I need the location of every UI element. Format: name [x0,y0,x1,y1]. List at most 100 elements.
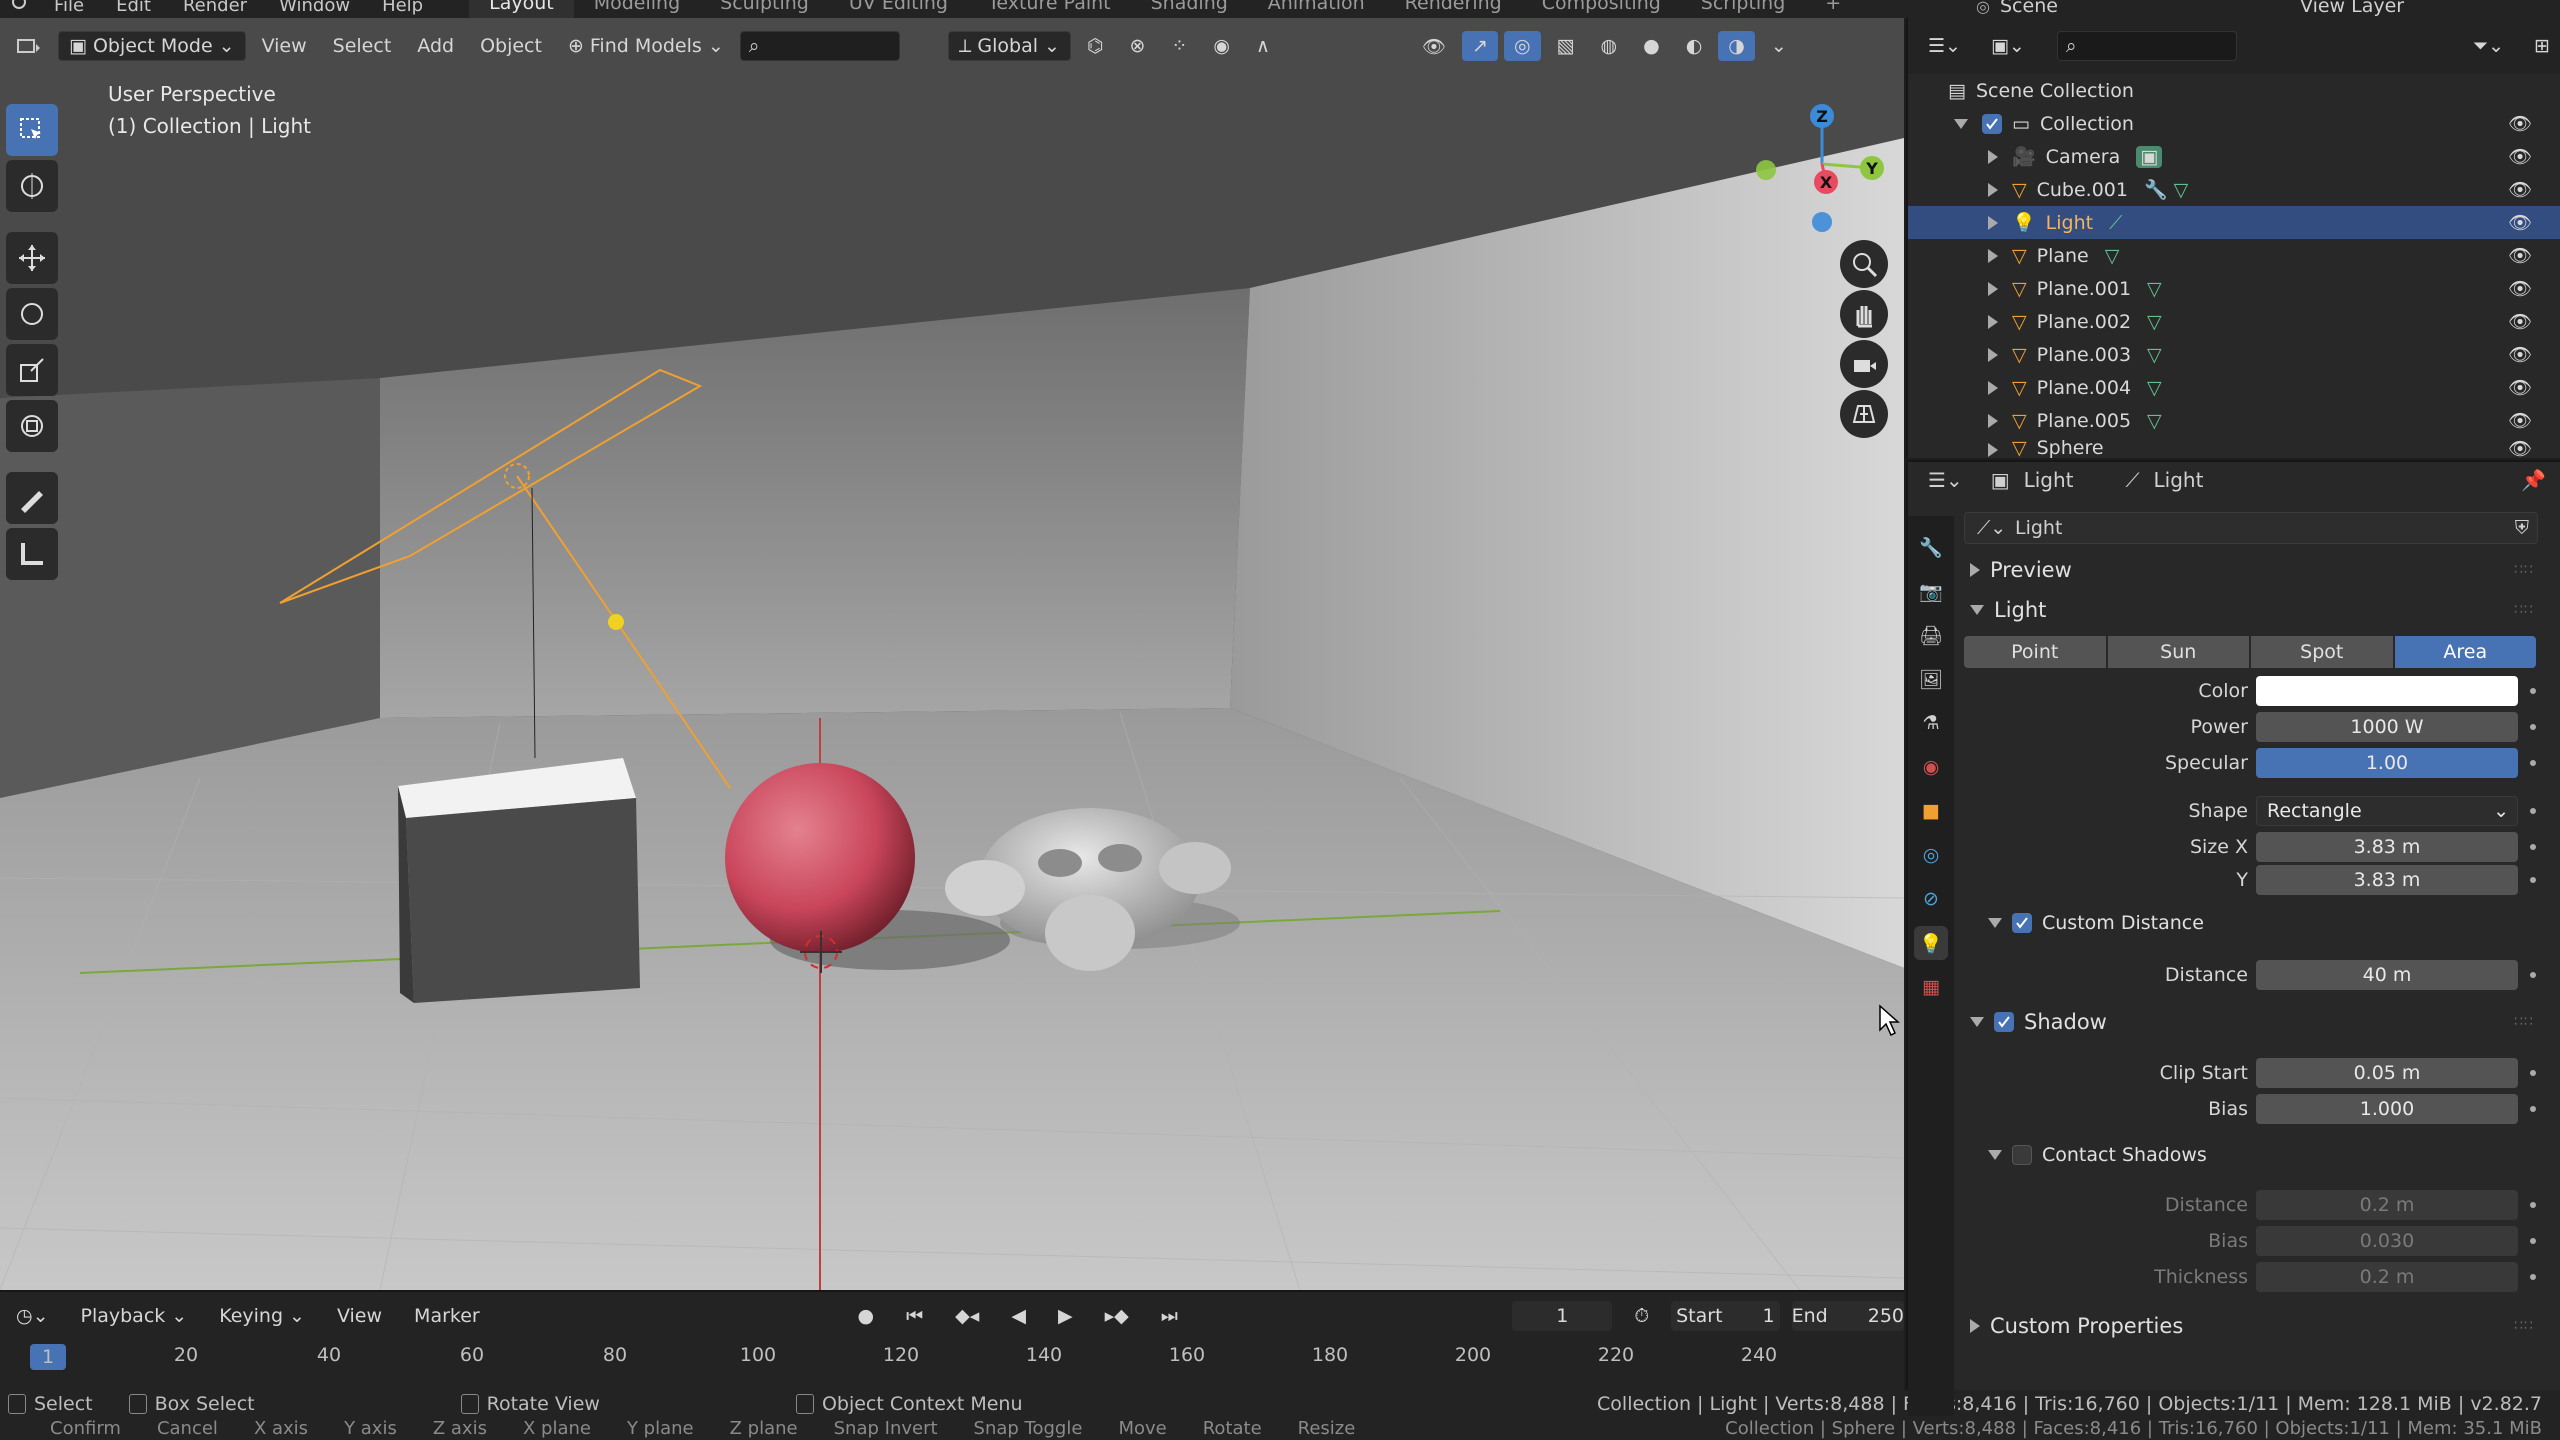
menu-select[interactable]: Select [323,31,402,61]
outliner-item[interactable]: ▽ Plane.002 ▽ 👁 [1908,305,2560,338]
menu-help[interactable]: Help [366,0,439,15]
tool-tab-icon[interactable]: 🔧 [1914,530,1948,564]
prev-keyframe-icon[interactable]: ◆◂ [945,1301,989,1331]
pan-hand-icon[interactable] [1840,290,1888,338]
keyframe-dot-icon[interactable] [2530,1070,2536,1076]
output-tab-icon[interactable]: 🖨 [1914,618,1948,652]
mode-dropdown[interactable]: ▣ Object Mode ⌄ [58,31,246,61]
display-mode-icon[interactable]: ▣⌄ [1981,31,2035,61]
measure-tool-icon[interactable] [6,528,58,580]
view-layer-name[interactable]: View Layer [2300,0,2560,17]
scene-name[interactable]: Scene [2000,0,2300,17]
overlays-toggle-icon[interactable]: ◎ [1503,31,1541,61]
zoom-icon[interactable] [1840,240,1888,288]
menu-view[interactable]: View [252,31,317,61]
bias-field[interactable]: 1.000 [2256,1094,2518,1124]
gizmo-toggle-icon[interactable]: ↗ [1462,31,1498,61]
keyframe-dot-icon[interactable] [2530,1202,2536,1208]
outliner-scene-collection[interactable]: ▤ Scene Collection [1908,74,2560,107]
play-reverse-icon[interactable]: ◀ [1001,1301,1036,1331]
specular-slider[interactable]: 1.00 [2256,748,2518,778]
eye-icon[interactable]: 👁 [2508,437,2532,458]
expand-arrow-icon[interactable] [1988,380,1998,395]
proportional-falloff-icon[interactable]: ∧ [1246,31,1280,61]
menu-add[interactable]: Add [407,31,464,61]
menu-file[interactable]: File [38,0,100,15]
eye-icon[interactable]: 👁 [2508,244,2532,267]
world-tab-icon[interactable]: ◉ [1914,750,1948,784]
custom-distance-checkbox[interactable] [2012,913,2032,933]
panel-grip-icon[interactable]: ∷∷ [2514,602,2534,618]
outliner-item[interactable]: ▽ Plane.005 ▽ 👁 [1908,404,2560,437]
keyframe-dot-icon[interactable] [2530,1106,2536,1112]
keyframe-dot-icon[interactable] [2530,1238,2536,1244]
expand-arrow-icon[interactable] [1988,248,1998,263]
jump-start-icon[interactable]: ⏮ [896,1301,933,1331]
contact-shadows-checkbox[interactable] [2012,1145,2032,1165]
object-tab-icon[interactable]: ■ [1914,794,1948,828]
snap-target-button[interactable]: ⁘ [1161,31,1197,61]
keyframe-dot-icon[interactable] [2530,972,2536,978]
outliner-item[interactable]: ▽ Cube.001 🔧 ▽ 👁 [1908,173,2560,206]
expand-arrow-icon[interactable] [1988,182,1998,197]
clip-start-field[interactable]: 0.05 m [2256,1058,2518,1088]
tab-layout[interactable]: Layout [469,0,574,18]
pin-icon[interactable]: 📌 [2521,468,2546,492]
light-type-area[interactable]: Area [2394,636,2536,668]
menu-object[interactable]: Object [470,31,552,61]
panel-custom-properties[interactable]: Custom Properties [1970,1314,2183,1338]
record-icon[interactable]: ● [847,1301,884,1331]
outliner-editor-type-icon[interactable]: ☰⌄ [1918,31,1971,61]
light-type-spot[interactable]: Spot [2251,636,2393,668]
shading-rendered-icon[interactable]: ◑ [1718,31,1755,61]
menu-edit[interactable]: Edit [100,0,167,15]
physics-tab-icon[interactable]: ◎ [1914,838,1948,872]
light-type-sun[interactable]: Sun [2107,636,2249,668]
panel-shadow[interactable]: Shadow [1970,1010,2107,1034]
3d-viewport[interactable]: ▣ Object Mode ⌄ View Select Add Object ⊕… [0,18,1904,1290]
transform-orientation-dropdown[interactable]: ⟂ Global ⌄ [947,31,1071,61]
render-tab-icon[interactable]: 📷 [1914,574,1948,608]
shading-material-icon[interactable]: ◐ [1676,31,1713,61]
tab-uv-editing[interactable]: UV Editing [829,0,968,18]
menu-marker[interactable]: Marker [404,1301,490,1331]
perspective-toggle-icon[interactable] [1840,390,1888,438]
outliner-item[interactable]: ▽ Plane ▽ 👁 [1908,239,2560,272]
shading-solid-icon[interactable]: ● [1633,31,1670,61]
panel-grip-icon[interactable]: ∷∷ [2514,562,2534,578]
shape-dropdown[interactable]: Rectangle ⌄ [2256,796,2518,826]
cs-bias-field[interactable]: 0.030 [2256,1226,2518,1256]
pivot-point-button[interactable]: ⌬ [1077,31,1114,61]
power-field[interactable]: 1000 W [2256,712,2518,742]
outliner-item[interactable]: ▽ Plane.003 ▽ 👁 [1908,338,2560,371]
view-layer-tab-icon[interactable]: 🖼 [1914,662,1948,696]
panel-preview[interactable]: Preview [1970,558,2072,582]
menu-window[interactable]: Window [263,0,366,15]
transform-tool-icon[interactable] [6,400,58,452]
menu-timeline-view[interactable]: View [327,1301,392,1331]
light-data-tab-icon[interactable]: 💡 [1914,926,1948,960]
proportional-edit-icon[interactable]: ◉ [1203,31,1240,61]
color-swatch[interactable] [2256,676,2518,706]
tab-scripting[interactable]: Scripting [1681,0,1806,18]
scale-tool-icon[interactable] [6,344,58,396]
eye-icon[interactable]: 👁 [2508,277,2532,300]
keyframe-dot-icon[interactable] [2530,1274,2536,1280]
new-collection-icon[interactable]: ⊞ [2524,31,2560,61]
stopwatch-icon[interactable]: ⏱ [1624,1301,1659,1331]
tab-sculpting[interactable]: Sculpting [700,0,829,18]
annotate-tool-icon[interactable] [6,472,58,524]
tab-rendering[interactable]: Rendering [1385,0,1522,18]
eye-icon[interactable]: 👁 [2508,343,2532,366]
add-workspace-icon[interactable]: + [1805,0,1861,18]
panel-grip-icon[interactable]: ∷∷ [2514,1318,2534,1334]
expand-arrow-icon[interactable] [1988,314,1998,329]
constraints-tab-icon[interactable]: ⊘ [1914,882,1948,916]
eye-icon[interactable]: 👁 [2508,376,2532,399]
xray-toggle-icon[interactable]: ▧ [1547,31,1585,61]
keyframe-dot-icon[interactable] [2530,724,2536,730]
outliner-item[interactable]: ▽ Plane.004 ▽ 👁 [1908,371,2560,404]
texture-tab-icon[interactable]: ▦ [1914,970,1948,1004]
jump-end-icon[interactable]: ⏭ [1151,1301,1188,1331]
blender-logo-icon[interactable] [0,0,38,14]
